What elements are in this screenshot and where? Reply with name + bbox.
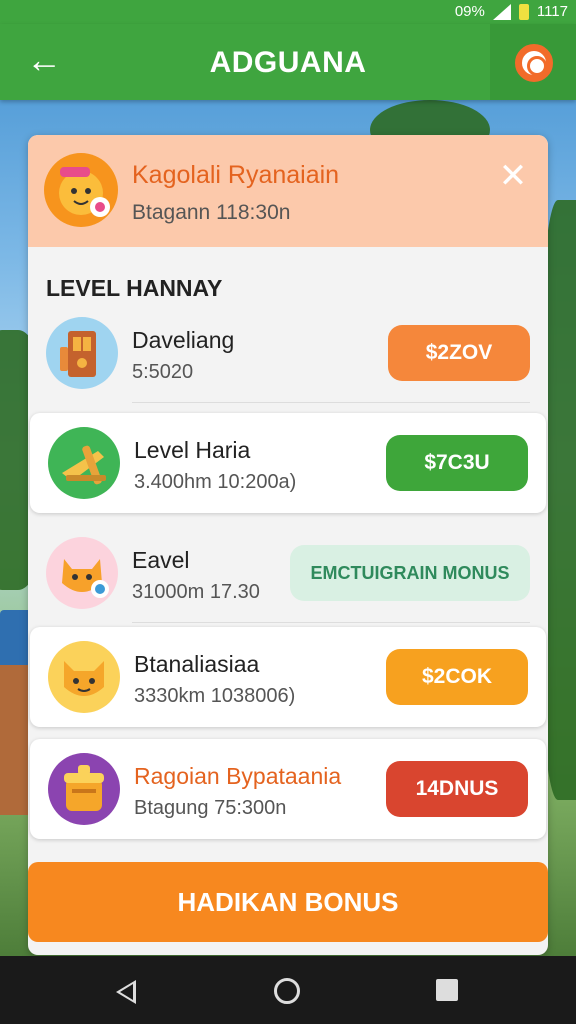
divider [132,402,530,403]
list-item[interactable]: Level Haria 3.400hm 10:200a) $7C3U [30,413,546,513]
signal-icon [492,3,511,20]
cat-avatar-icon [44,153,118,227]
cat-face-icon [48,641,120,713]
slide-icon [48,427,120,499]
help-button[interactable] [490,24,576,100]
battery-percent: 09% [454,3,485,20]
close-icon[interactable]: ✕ [496,159,530,193]
item-subtitle: 31000m 17.30 [132,581,260,603]
item-name: Ragoian Bypataania [134,763,342,789]
item-name: Daveliang [132,327,235,353]
list-item[interactable]: Btanaliasiaa 3330km 1038006) $2COK [30,627,546,727]
nav-recents-icon[interactable] [436,979,458,1001]
list-item[interactable]: Eavel 31000m 17.30 EMCTUIGRAIN MONUS [28,523,548,623]
system-nav-bar [0,956,576,1024]
claim-bonus-button[interactable]: HADIKAN BONUS [28,862,548,942]
item-name: Btanaliasiaa [134,651,260,677]
lifebuoy-icon [515,44,553,82]
claim-button[interactable]: EMCTUIGRAIN MONUS [290,545,530,601]
status-bar: 09% 1117 [0,0,576,24]
claim-button[interactable]: 14DNUS [386,761,528,817]
list-item[interactable]: Ragoian Bypataania Btagung 75:300n 14DNU… [30,739,546,839]
notification-banner[interactable]: Kagolali Ryanaiain Btagann 118:30n ✕ [28,135,548,247]
item-subtitle: Btagung 75:300n [134,797,287,819]
item-subtitle: 3330km 1038006) [134,685,296,707]
item-name: Eavel [132,547,190,573]
notification-title: Kagolali Ryanaiain [132,161,340,189]
treasure-pot-icon [48,753,120,825]
section-title: LEVEL HANNAY [46,275,223,301]
clock: 1117 [536,3,568,20]
list-item[interactable]: Daveliang 5:5020 $2ZOV [28,303,548,403]
rewards-panel: Kagolali Ryanaiain Btagann 118:30n ✕ LEV… [28,135,548,955]
app-bar: ← ADGUANA [0,24,576,100]
item-subtitle: 5:5020 [132,361,194,383]
item-subtitle: 3.400hm 10:200a) [134,471,297,493]
nav-back-icon[interactable] [116,980,136,1004]
cat-face-icon [46,537,118,609]
item-name: Level Haria [134,437,251,463]
claim-button[interactable]: $7C3U [386,435,528,491]
locker-icon [46,317,118,389]
notification-time: Btagann 118:30n [132,201,291,224]
claim-button[interactable]: $2ZOV [388,325,530,381]
battery-icon [518,3,529,20]
nav-home-icon[interactable] [274,978,300,1004]
divider [132,622,530,623]
claim-button[interactable]: $2COK [386,649,528,705]
